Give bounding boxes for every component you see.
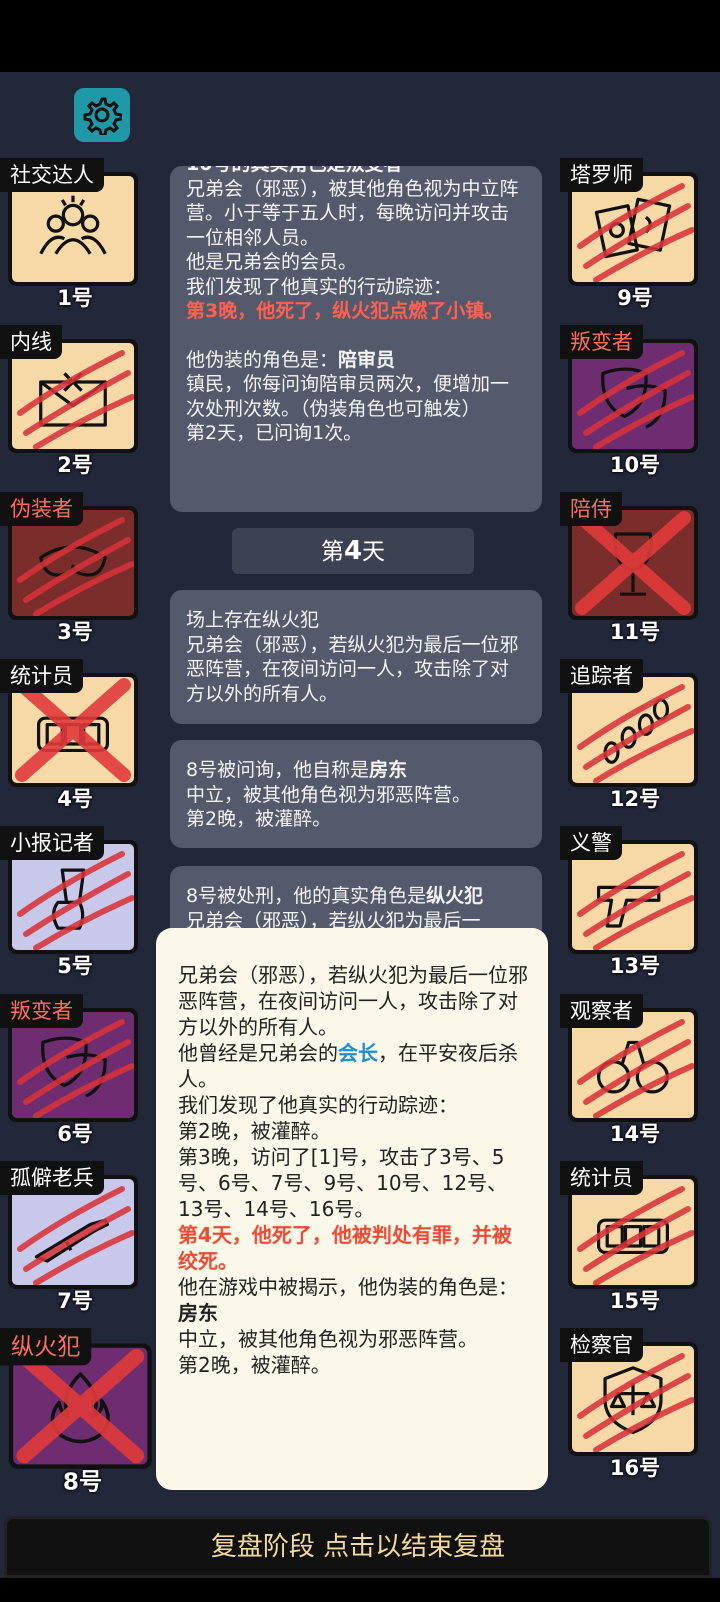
log-text: 8号被问询，他自称是房东 [186, 759, 408, 781]
end-review-button[interactable]: 复盘阶段 点击以结束复盘 [4, 1516, 712, 1578]
role-label: 孤僻老兵 [0, 1161, 104, 1195]
popup-text: 第2晚，被灌醉。 [178, 1119, 331, 1143]
day-header: 第4天 [232, 528, 474, 574]
log-card-questioned-8: 8号被问询，他自称是房东 中立，被其他角色视为邪恶阵营。 第2晚，被灌醉。 [170, 740, 542, 848]
player-number: 9号 [617, 286, 653, 310]
role-label: 检察官 [560, 1328, 643, 1362]
role-label: 统计员 [0, 659, 83, 693]
player-number: 1号 [57, 286, 93, 310]
nav-bar [0, 1578, 720, 1602]
gear-icon [83, 97, 122, 135]
theater-masks-icon [601, 367, 667, 429]
player-number: 3号 [57, 620, 93, 644]
player-number: 16号 [609, 1456, 661, 1480]
role-detail-popup[interactable]: 兄弟会（邪恶），若纵火犯为最后一位邪恶阵营，在夜间访问一人，攻击除了对方以外的所… [156, 928, 548, 1490]
player-number: 5号 [57, 954, 93, 978]
role-label: 伪装者 [0, 492, 83, 526]
player-card-4[interactable]: 统计员 4号 [0, 659, 150, 817]
player-number: 7号 [57, 1289, 93, 1313]
player-card-16[interactable]: 检察官 16号 [560, 1328, 710, 1486]
tarot-cards-icon [594, 197, 672, 259]
wine-glass-icon [613, 532, 653, 596]
megaphone-hand-icon [52, 868, 86, 930]
player-card-8[interactable]: 纵火犯 8号 [0, 1328, 165, 1502]
envelope-x-icon [39, 372, 107, 427]
player-card-9[interactable]: 塔罗师 9号 [560, 158, 710, 316]
player-number: 13号 [609, 954, 661, 978]
log-card-arsonist-present: 场上存在纵火犯 兄弟会（邪恶），若纵火犯为最后一位邪恶阵营，在夜间访问一人，攻击… [170, 590, 542, 724]
role-label: 塔罗师 [560, 158, 643, 192]
log-text: 他是兄弟会的会员。 [186, 251, 358, 273]
log-text: 兄弟会（邪恶），被其他角色视为中立阵营。小于等于五人时，每晚访问并攻击一位相邻人… [186, 177, 519, 249]
rifle-icon [34, 1218, 110, 1263]
player-number: 15号 [609, 1289, 661, 1313]
player-number: 4号 [57, 787, 93, 811]
player-card-7[interactable]: 孤僻老兵 7号 [0, 1161, 150, 1319]
player-number: 6号 [57, 1122, 93, 1146]
player-card-6[interactable]: 叛变者 6号 [0, 994, 150, 1152]
log-text: 8号被处刑，他的真实角色是纵火犯 [186, 885, 484, 907]
role-label: 叛变者 [560, 325, 643, 359]
player-number: 8号 [62, 1468, 103, 1496]
log-text: 镇民，你每问询陪审员两次，便增加一次处刑次数。（伪装角色也可触发） [186, 373, 510, 420]
player-number: 2号 [57, 453, 93, 477]
role-label: 陪侍 [560, 492, 622, 526]
log-text: 兄弟会（邪恶），若纵火犯为最后一位邪恶阵营，在夜间访问一人，攻击除了对方以外的所… [186, 633, 519, 705]
player-card-13[interactable]: 义警 13号 [560, 826, 710, 984]
counter-icon [596, 1218, 670, 1255]
binoculars-icon [596, 1040, 670, 1094]
log-text: 第2晚，被灌醉。 [186, 808, 332, 830]
role-label: 社交达人 [0, 158, 104, 192]
role-label: 义警 [560, 826, 622, 860]
player-number: 10号 [609, 453, 661, 477]
player-card-2[interactable]: 内线 2号 [0, 325, 150, 483]
player-card-5[interactable]: 小报记者 5号 [0, 826, 150, 984]
role-label: 追踪者 [560, 659, 643, 693]
role-label: 叛变者 [0, 994, 83, 1028]
log-text: 10号的真实角色是叛变者 [186, 166, 526, 177]
player-number: 11号 [609, 620, 661, 644]
badge-scales-icon [603, 1366, 663, 1434]
player-number: 12号 [609, 787, 661, 811]
role-label: 观察者 [560, 994, 643, 1028]
player-card-1[interactable]: 社交达人 1号 [0, 158, 150, 316]
counter-icon [36, 716, 110, 753]
leader-link[interactable]: 会长 [338, 1041, 378, 1065]
popup-text: 中立，被其他角色视为邪恶阵营。 [178, 1327, 478, 1351]
player-card-15[interactable]: 统计员 15号 [560, 1161, 710, 1319]
log-text: 场上存在纵火犯 [186, 609, 320, 631]
log-text: 中立，被其他角色视为邪恶阵营。 [186, 783, 472, 806]
player-card-11[interactable]: 陪侍 11号 [560, 492, 710, 650]
popup-death-text: 第4天，他死了，他被判处有罪，并被绞死。 [178, 1223, 512, 1273]
flame-icon [50, 1372, 110, 1444]
mask-icon [39, 545, 107, 577]
role-label: 统计员 [560, 1161, 643, 1195]
popup-text: 第3晚，访问了[1]号，攻击了3号、5号、6号、7号、9号、10号、12号、13… [178, 1145, 508, 1221]
pistol-icon [596, 885, 661, 928]
player-card-14[interactable]: 观察者 14号 [560, 994, 710, 1152]
role-label: 小报记者 [0, 826, 104, 860]
player-card-12[interactable]: 追踪者 12号 [560, 659, 710, 817]
log-text: 我们发现了他真实的行动踪迹： [186, 275, 453, 298]
player-card-10[interactable]: 叛变者 10号 [560, 325, 710, 483]
player-number: 14号 [609, 1122, 661, 1146]
status-bar [0, 0, 720, 72]
popup-text: 他曾经是兄弟会的会长，在平安夜后杀人。 [178, 1041, 518, 1091]
popup-text: 兄弟会（邪恶），若纵火犯为最后一位邪恶阵营，在夜间访问一人，攻击除了对方以外的所… [178, 963, 528, 1039]
log-text: 他伪装的角色是：陪审员 [186, 348, 396, 371]
theater-masks-icon [41, 1036, 107, 1098]
popup-text: 第2晚，被灌醉。 [178, 1353, 331, 1377]
people-sun-icon [39, 195, 107, 255]
log-death-text: 第3晚，他死了，纵火犯点燃了小镇。 [186, 300, 504, 322]
popup-text: 我们发现了他真实的行动踪迹： [178, 1093, 458, 1117]
role-label: 内线 [0, 325, 62, 359]
footprints-icon [603, 698, 670, 764]
role-label: 纵火犯 [0, 1328, 92, 1366]
log-card-revealed-10: 10号的真实角色是叛变者 兄弟会（邪恶），被其他角色视为中立阵营。小于等于五人时… [170, 166, 542, 512]
popup-text: 他在游戏中被揭示，他伪装的角色是：房东 [178, 1275, 518, 1325]
player-card-3[interactable]: 伪装者 3号 [0, 492, 150, 650]
log-text: 第2天，已问询1次。 [186, 422, 363, 444]
settings-button[interactable] [74, 88, 130, 142]
